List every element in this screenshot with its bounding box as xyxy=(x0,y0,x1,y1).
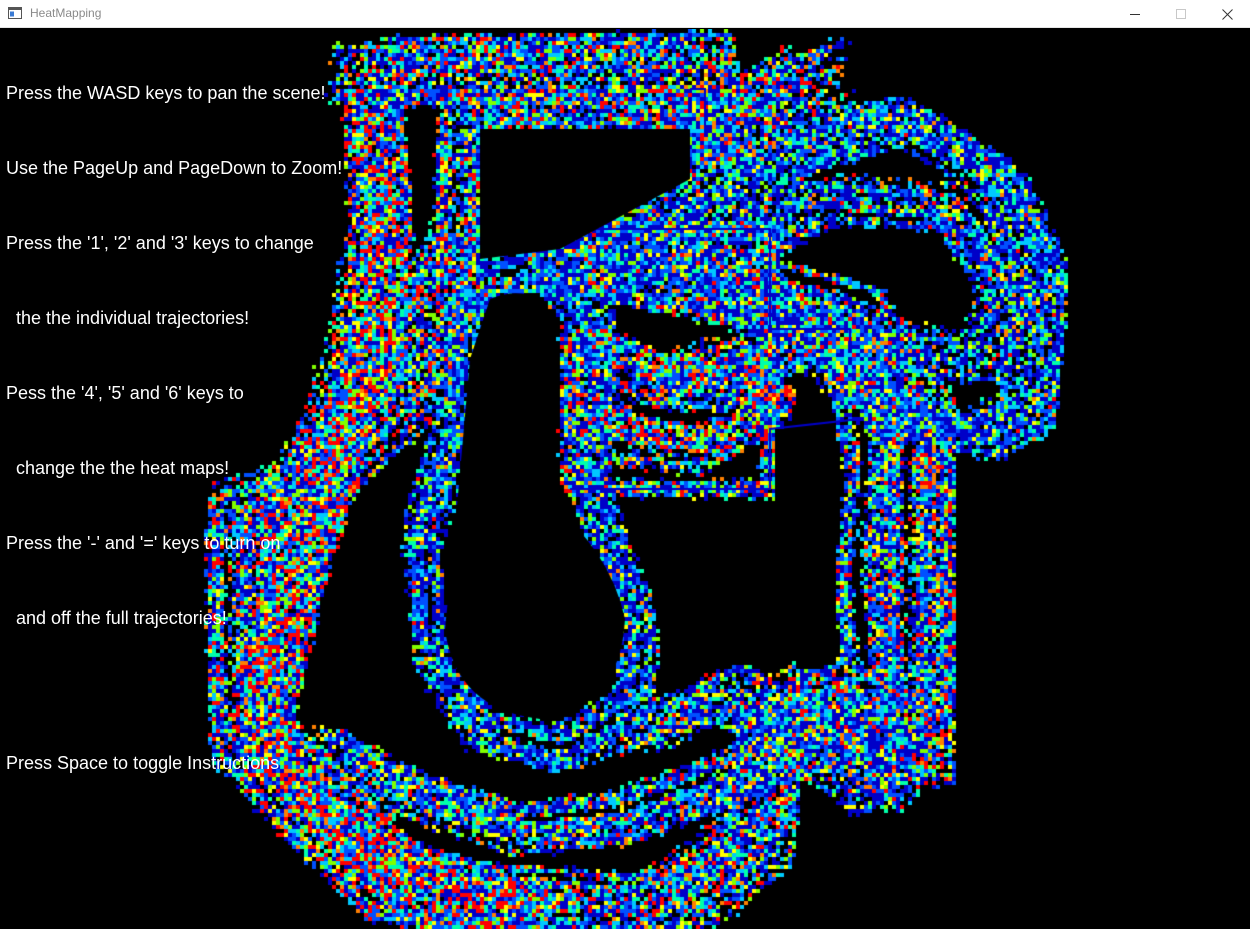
instruction-line: Pess the '4', '5' and '6' keys to xyxy=(6,383,244,403)
maximize-icon xyxy=(1176,9,1186,19)
instruction-line: and off the full trajectories! xyxy=(6,608,227,628)
instruction-line: Use the PageUp and PageDown to Zoom! xyxy=(6,158,343,178)
window-title: HeatMapping xyxy=(30,6,102,20)
maximize-button[interactable] xyxy=(1158,0,1204,28)
render-canvas[interactable]: Press the WASD keys to pan the scene! Us… xyxy=(0,29,1250,929)
close-button[interactable] xyxy=(1204,0,1250,28)
app-window: HeatMapping Press the WASD keys to pan t… xyxy=(0,0,1250,929)
instruction-line: the the individual trajectories! xyxy=(6,308,250,328)
close-icon xyxy=(1221,8,1233,20)
instruction-line: Press the '-' and '=' keys to turn on xyxy=(6,533,281,553)
instructions-overlay: Press the WASD keys to pan the scene! Us… xyxy=(6,31,342,826)
instruction-line: Press the WASD keys to pan the scene! xyxy=(6,83,326,103)
instruction-line: change the the heat maps! xyxy=(6,458,230,478)
toggle-instructions-line: Press Space to toggle Instructions xyxy=(6,753,280,773)
minimize-icon xyxy=(1130,14,1140,15)
title-bar[interactable]: HeatMapping xyxy=(0,0,1250,28)
app-icon xyxy=(8,7,22,19)
instruction-line: Press the '1', '2' and '3' keys to chang… xyxy=(6,233,314,253)
minimize-button[interactable] xyxy=(1112,0,1158,28)
